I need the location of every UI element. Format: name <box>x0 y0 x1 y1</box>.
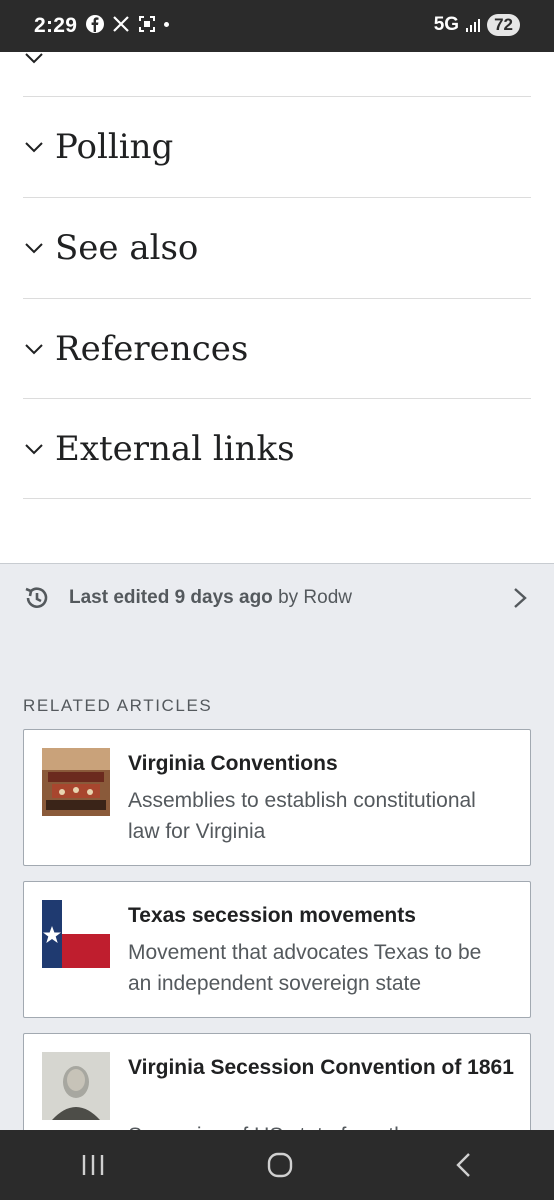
section-title: External links <box>55 428 295 469</box>
status-right: 5G 72 <box>434 14 520 36</box>
texas-flag-thumbnail <box>42 900 110 968</box>
related-article-description: Movement that advocates Texas to be an i… <box>128 941 482 995</box>
back-button[interactable] <box>454 1152 474 1178</box>
network-type: 5G <box>433 14 460 35</box>
section-external-links[interactable]: External links <box>23 399 531 499</box>
x-icon <box>113 16 129 32</box>
system-navigation-bar <box>0 1130 554 1200</box>
section-title: References <box>55 328 249 369</box>
section-polling[interactable]: Polling <box>23 97 531 198</box>
related-article-card[interactable]: Virginia Secession Convention of 1861 Se… <box>23 1033 531 1130</box>
section-references[interactable]: References <box>23 299 531 399</box>
last-edited-bar[interactable]: Last edited 9 days ago by Rodw <box>0 563 554 633</box>
section-see-also[interactable]: See also <box>23 198 531 299</box>
related-article-description: Assemblies to establish constitutional l… <box>128 789 476 843</box>
chevron-down-icon <box>25 343 43 354</box>
related-article-card[interactable]: Virginia Conventions Assemblies to estab… <box>23 729 531 866</box>
last-edited-text: Last edited 9 days ago by Rodw <box>69 587 352 608</box>
status-bar: 2:29 5G 72 <box>0 0 554 52</box>
chevron-down-icon <box>25 142 43 153</box>
related-article-title: Virginia Conventions <box>128 752 338 775</box>
signal-icon <box>466 19 481 32</box>
history-icon <box>25 587 48 608</box>
recent-apps-button[interactable] <box>80 1153 106 1177</box>
facebook-icon <box>86 15 104 33</box>
chevron-right-icon <box>514 588 527 608</box>
chevron-down-icon <box>25 243 43 254</box>
section-title: Polling <box>55 127 174 167</box>
section-title: See also <box>55 228 199 268</box>
related-article-title: Virginia Secession Convention of 1861 <box>128 1056 514 1079</box>
home-button[interactable] <box>267 1152 293 1178</box>
related-articles-heading: RELATED ARTICLES <box>23 696 213 715</box>
related-article-card[interactable]: Texas secession movements Movement that … <box>23 881 531 1018</box>
portrait-thumbnail <box>42 1052 110 1120</box>
status-time: 2:29 <box>34 14 78 37</box>
battery-indicator: 72 <box>487 14 520 36</box>
related-article-description: Secession of US state from the... <box>128 1120 508 1130</box>
related-article-title: Texas secession movements <box>128 904 416 927</box>
more-notifications-dot <box>164 21 169 27</box>
notification-icons <box>86 15 169 33</box>
article-content: 20th and 21st centuries Polling See also… <box>0 0 554 1130</box>
chevron-down-icon <box>25 443 43 454</box>
screenshot-icon <box>139 16 155 32</box>
virginia-conventions-thumbnail <box>42 748 110 816</box>
